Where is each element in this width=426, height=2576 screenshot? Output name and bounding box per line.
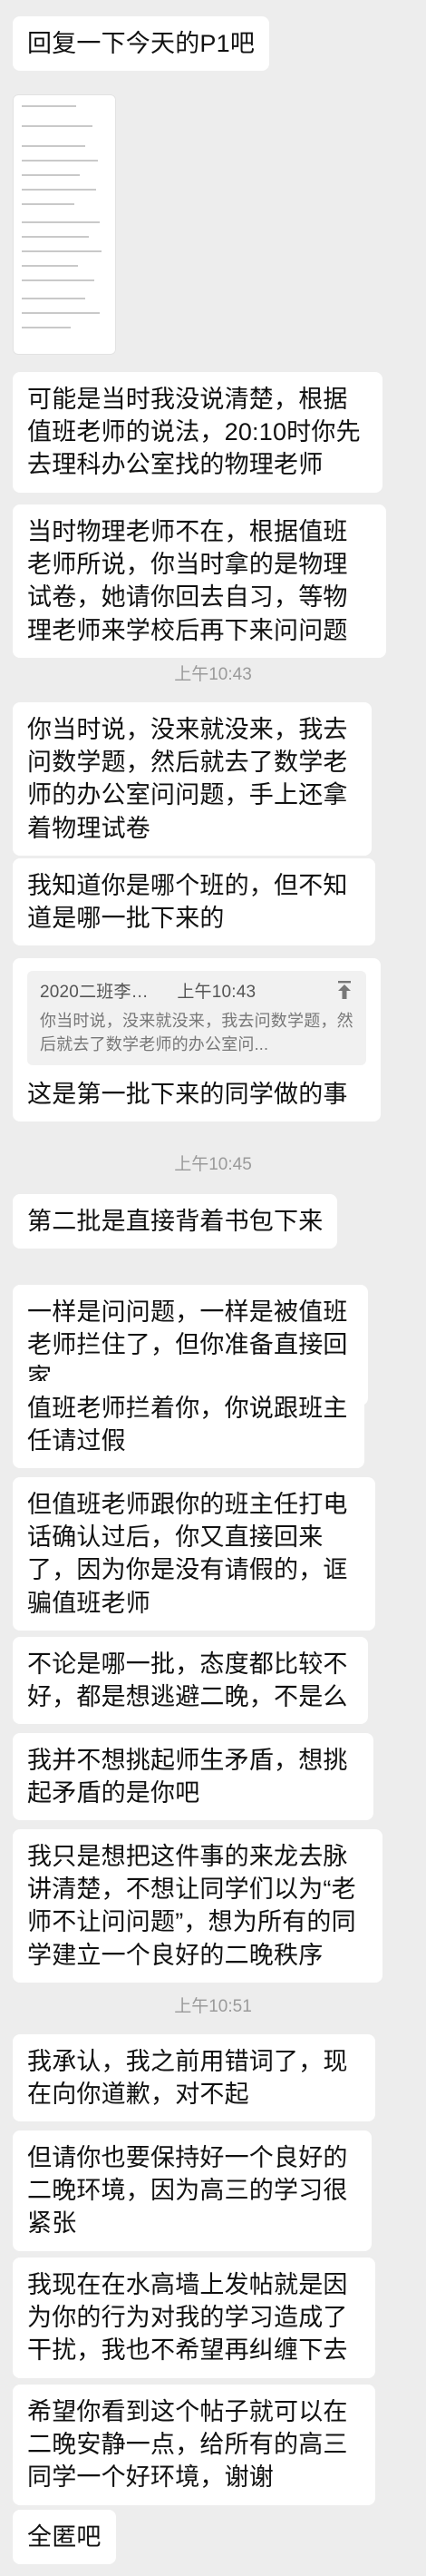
message-text: 值班老师拦着你，你说跟班主任请过假 (27, 1395, 348, 1455)
message-bubble[interactable]: 值班老师拦着你，你说跟班主任请过假 (13, 1381, 364, 1469)
timestamp: 上午10:43 (174, 665, 252, 684)
quote-time: 上午10:43 (177, 983, 257, 1002)
message-text: 但值班老师跟你的班主任打电话确认过后，你又直接回来了，因为你是没有请假的，诓骗值… (27, 1491, 348, 1617)
message-bubble[interactable]: 不论是哪一批，态度都比较不好，都是想逃避二晚，不是么 (13, 1637, 368, 1725)
message-text: 这是第一批下来的同学做的事 (27, 1080, 348, 1108)
message-bubble[interactable]: 第二批是直接背着书包下来 (13, 1194, 338, 1249)
message-text: 可能是当时我没说清楚，根据值班老师的说法，20:10时你先去理科办公室找的物理老… (27, 386, 361, 479)
quote-text: 你当时说，没来就没来，我去问数学题，然后就去了数学老师的办公室问... (40, 1011, 353, 1053)
message-text: 你当时说，没来就没来，我去问数学题，然后就去了数学老师的办公室问问题，手上还拿着… (27, 716, 348, 842)
message-bubble[interactable]: 希望你看到这个帖子就可以在二晚安静一点，给所有的高三同学一个好环境，谢谢 (13, 2385, 375, 2505)
quote-sender: 2020二班李… (40, 983, 149, 1002)
timestamp: 上午10:51 (174, 1997, 252, 2016)
message-text: 我只是想把这件事的来龙去脉讲清楚，不想让同学们以为“老师不让问问题”，想为所有的… (27, 1843, 356, 1969)
message-text: 但请你也要保持好一个良好的二晚环境，因为高三的学习很紧张 (27, 2144, 348, 2238)
jump-to-message-icon[interactable] (335, 980, 353, 1000)
message-text: 我并不想挑起师生矛盾，想挑起矛盾的是你吧 (27, 1747, 348, 1807)
message-text: 一样是问问题，一样是被值班老师拦住了，但你准备直接回家 (27, 1298, 348, 1392)
message-text: 全匿吧 (27, 2523, 102, 2551)
message-bubble[interactable]: 当时物理老师不在，根据值班老师所说，你当时拿的是物理试卷，她请你回去自习，等物理… (13, 504, 386, 658)
message-bubble[interactable]: 但值班老师跟你的班主任打电话确认过后，你又直接回来了，因为你是没有请假的，诓骗值… (13, 1477, 375, 1631)
message-bubble[interactable]: 回复一下今天的P1吧 (13, 16, 270, 72)
message-text: 回复一下今天的P1吧 (27, 30, 256, 57)
message-bubble[interactable]: 全匿吧 (13, 2510, 116, 2565)
timestamp: 上午10:45 (174, 1155, 252, 1174)
message-bubble[interactable]: 我只是想把这件事的来龙去脉讲清楚，不想让同学们以为“老师不让问问题”，想为所有的… (13, 1829, 382, 1983)
image-attachment[interactable] (13, 94, 116, 355)
message-text: 希望你看到这个帖子就可以在二晚安静一点，给所有的高三同学一个好环境，谢谢 (27, 2398, 348, 2492)
message-bubble[interactable]: 你当时说，没来就没来，我去问数学题，然后就去了数学老师的办公室问问题，手上还拿着… (13, 702, 372, 856)
quoted-message[interactable]: 2020二班李… 上午10:43 你当时说，没来就没来，我去问数学题，然后就去了… (27, 971, 366, 1065)
message-text: 第二批是直接背着书包下来 (27, 1208, 324, 1235)
message-bubble[interactable]: 我知道你是哪个班的，但不知道是哪一批下来的 (13, 858, 375, 946)
message-text: 不论是哪一批，态度都比较不好，都是想逃避二晚，不是么 (27, 1650, 348, 1711)
message-bubble[interactable]: 我现在在水高墙上发帖就是因为你的行为对我的学习造成了干扰，我也不希望再纠缠下去 (13, 2258, 375, 2378)
message-bubble[interactable]: 我并不想挑起师生矛盾，想挑起矛盾的是你吧 (13, 1733, 373, 1821)
message-text: 当时物理老师不在，根据值班老师所说，你当时拿的是物理试卷，她请你回去自习，等物理… (27, 518, 348, 644)
message-bubble[interactable]: 我承认，我之前用错词了，现在向你道歉，对不起 (13, 2034, 375, 2122)
message-bubble[interactable]: 可能是当时我没说清楚，根据值班老师的说法，20:10时你先去理科办公室找的物理老… (13, 372, 382, 493)
message-text: 我承认，我之前用错词了，现在向你道歉，对不起 (27, 2048, 348, 2109)
message-text: 我现在在水高墙上发帖就是因为你的行为对我的学习造成了干扰，我也不希望再纠缠下去 (27, 2271, 348, 2365)
chat-thread: 回复一下今天的P1吧 可能是当时我没说清楚，根据值班老师的说法，20:10时你先… (0, 0, 426, 2576)
quoted-reply-bubble[interactable]: 2020二班李… 上午10:43 你当时说，没来就没来，我去问数学题，然后就去了… (13, 958, 381, 1121)
message-text: 我知道你是哪个班的，但不知道是哪一批下来的 (27, 872, 348, 933)
message-bubble[interactable]: 但请你也要保持好一个良好的二晚环境，因为高三的学习很紧张 (13, 2130, 372, 2251)
